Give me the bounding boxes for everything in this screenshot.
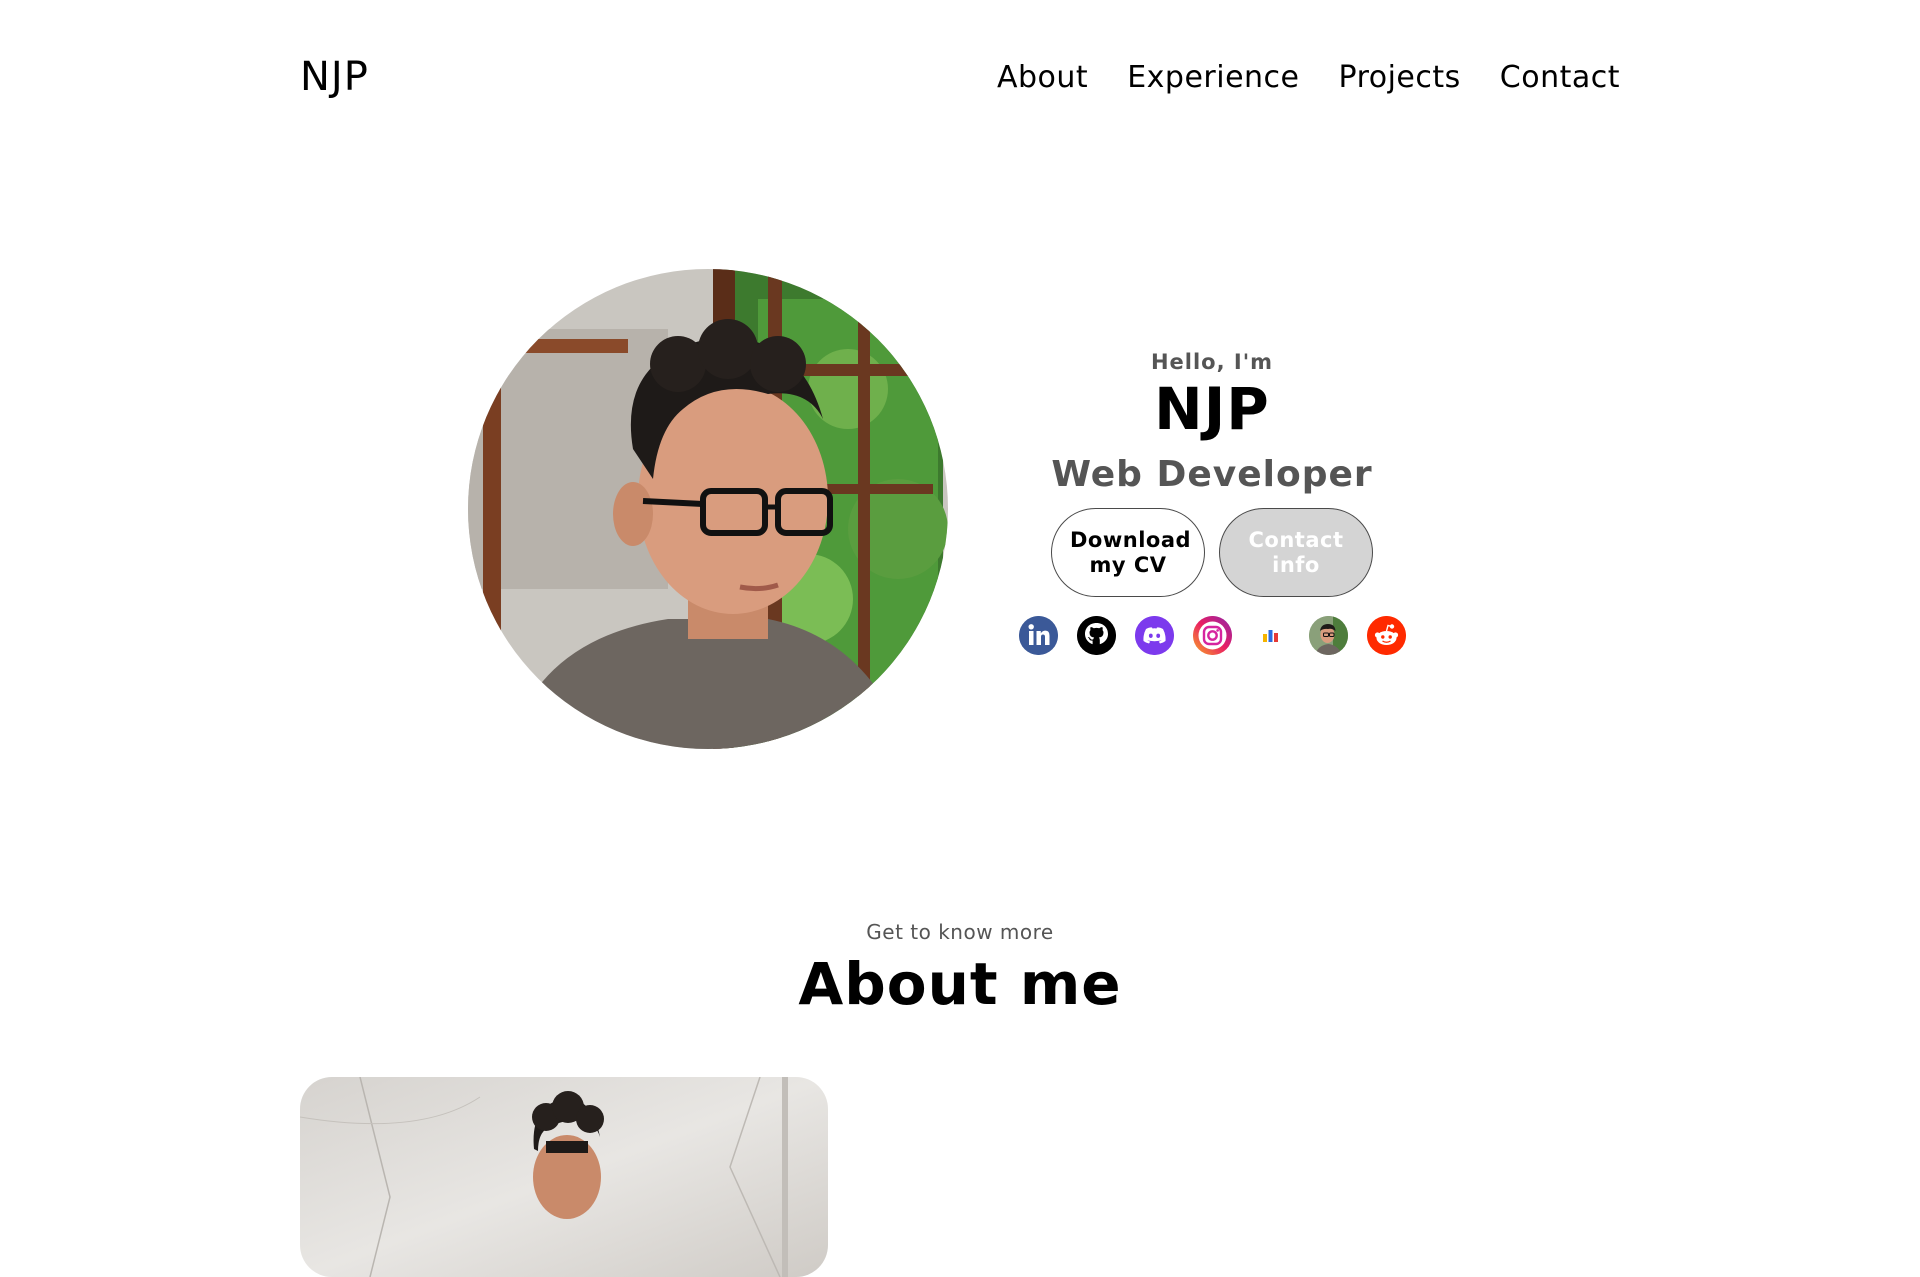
nav-item-experience: Experience (1127, 60, 1299, 95)
reddit-glyph (1366, 616, 1406, 655)
profile-avatar-icon[interactable] (1308, 616, 1348, 655)
discord-glyph (1134, 616, 1174, 655)
nav-links: About Experience Projects Contact (997, 60, 1620, 95)
instagram-glyph (1192, 616, 1232, 655)
github-glyph (1076, 616, 1116, 655)
hero-buttons: Download my CV Contact info (1051, 508, 1373, 597)
linkedin-icon[interactable] (1018, 616, 1058, 655)
nav-link-experience[interactable]: Experience (1127, 60, 1299, 95)
nav-item-projects: Projects (1339, 60, 1461, 95)
contact-info-button[interactable]: Contact info (1219, 508, 1373, 597)
stats-icon[interactable] (1250, 616, 1290, 655)
hero-greeting: Hello, I'm (1150, 350, 1274, 374)
site-logo[interactable]: NJP (300, 54, 369, 100)
about-subtitle: Get to know more (866, 920, 1054, 944)
stats-glyph (1262, 630, 1278, 642)
about-section-header: Get to know more About me (0, 920, 1920, 1018)
instagram-icon[interactable] (1192, 616, 1232, 655)
nav-link-contact[interactable]: Contact (1500, 60, 1620, 95)
discord-icon[interactable] (1134, 616, 1174, 655)
nav-link-about[interactable]: About (997, 60, 1088, 95)
reddit-icon[interactable] (1366, 616, 1406, 655)
hero-name: NJP (1154, 375, 1270, 443)
github-icon[interactable] (1076, 616, 1116, 655)
nav-item-about: About (997, 60, 1088, 95)
hero-role: Web Developer (1051, 454, 1373, 495)
top-nav: NJP About Experience Projects Contact (300, 52, 1620, 102)
hero-intro: Hello, I'm NJP Web Developer Download my… (1000, 350, 1424, 655)
profile-photo-illustration (468, 269, 948, 749)
about-picture (300, 1077, 828, 1277)
nav-item-contact: Contact (1500, 60, 1620, 95)
linkedin-glyph (1018, 616, 1058, 655)
about-title: About me (798, 950, 1122, 1018)
download-cv-button[interactable]: Download my CV (1051, 508, 1205, 597)
profile-avatar-glyph (1308, 616, 1348, 655)
social-links (1018, 616, 1406, 655)
profile-picture (468, 269, 948, 749)
nav-link-projects[interactable]: Projects (1339, 60, 1461, 95)
about-photo-illustration (300, 1077, 828, 1277)
